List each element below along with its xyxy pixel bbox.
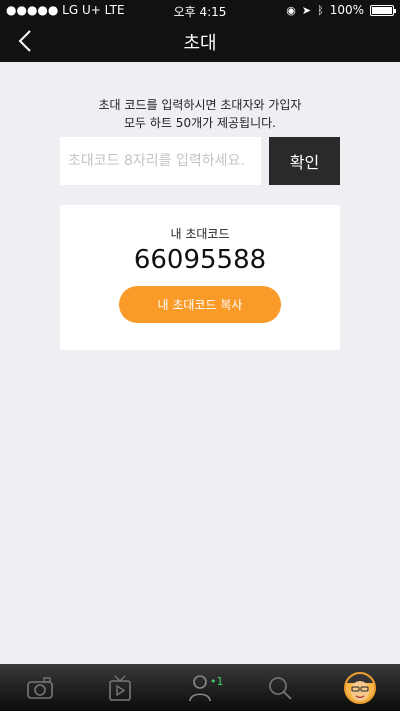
search-icon <box>269 676 292 700</box>
tab-bar <box>0 664 400 711</box>
my-code-value: 66095588 <box>133 245 267 275</box>
copy-code-button[interactable]: 내 초대코드 복사 <box>119 286 281 323</box>
tv-icon <box>109 675 131 701</box>
my-code-card: 내 초대코드 66095588 내 초대코드 복사 <box>60 205 340 350</box>
tab-camera[interactable] <box>0 664 80 711</box>
battery-icon <box>370 4 396 16</box>
status-right: ◉ ➤ ᛒ 100% <box>286 3 396 17</box>
tab-friends[interactable] <box>160 664 240 711</box>
tab-profile[interactable] <box>320 664 400 711</box>
lock-rotation-icon: ◉ <box>286 3 296 17</box>
friends-icon <box>189 674 211 701</box>
my-code-label: 내 초대코드 <box>170 227 230 241</box>
tab-search[interactable] <box>240 664 320 711</box>
confirm-button[interactable]: 확인 <box>269 137 340 185</box>
location-icon: ➤ <box>301 3 312 17</box>
invite-description: 초대 코드를 입력하시면 초대자와 가입자 모두 하트 50개가 제공됩니다. <box>0 96 400 132</box>
status-bar: ●●●●● LG U+ LTE 오후 4:15 ◉ ➤ ᛒ 100% <box>0 0 400 20</box>
invite-code-input[interactable] <box>60 137 261 185</box>
profile-avatar <box>344 671 376 704</box>
friends-badge: •1 <box>210 675 224 688</box>
description-line-1: 초대 코드를 입력하시면 초대자와 가입자 <box>98 98 302 112</box>
tab-tv[interactable] <box>80 664 160 711</box>
camera-icon <box>27 676 53 699</box>
battery-percent: 100% <box>329 3 364 17</box>
description-line-2: 모두 하트 50개가 제공됩니다. <box>124 116 276 130</box>
bluetooth-icon: ᛒ <box>317 3 324 17</box>
page-title: 초대 <box>183 33 217 54</box>
avatar-face-icon <box>346 673 374 701</box>
nav-bar: 초대 <box>0 20 400 62</box>
